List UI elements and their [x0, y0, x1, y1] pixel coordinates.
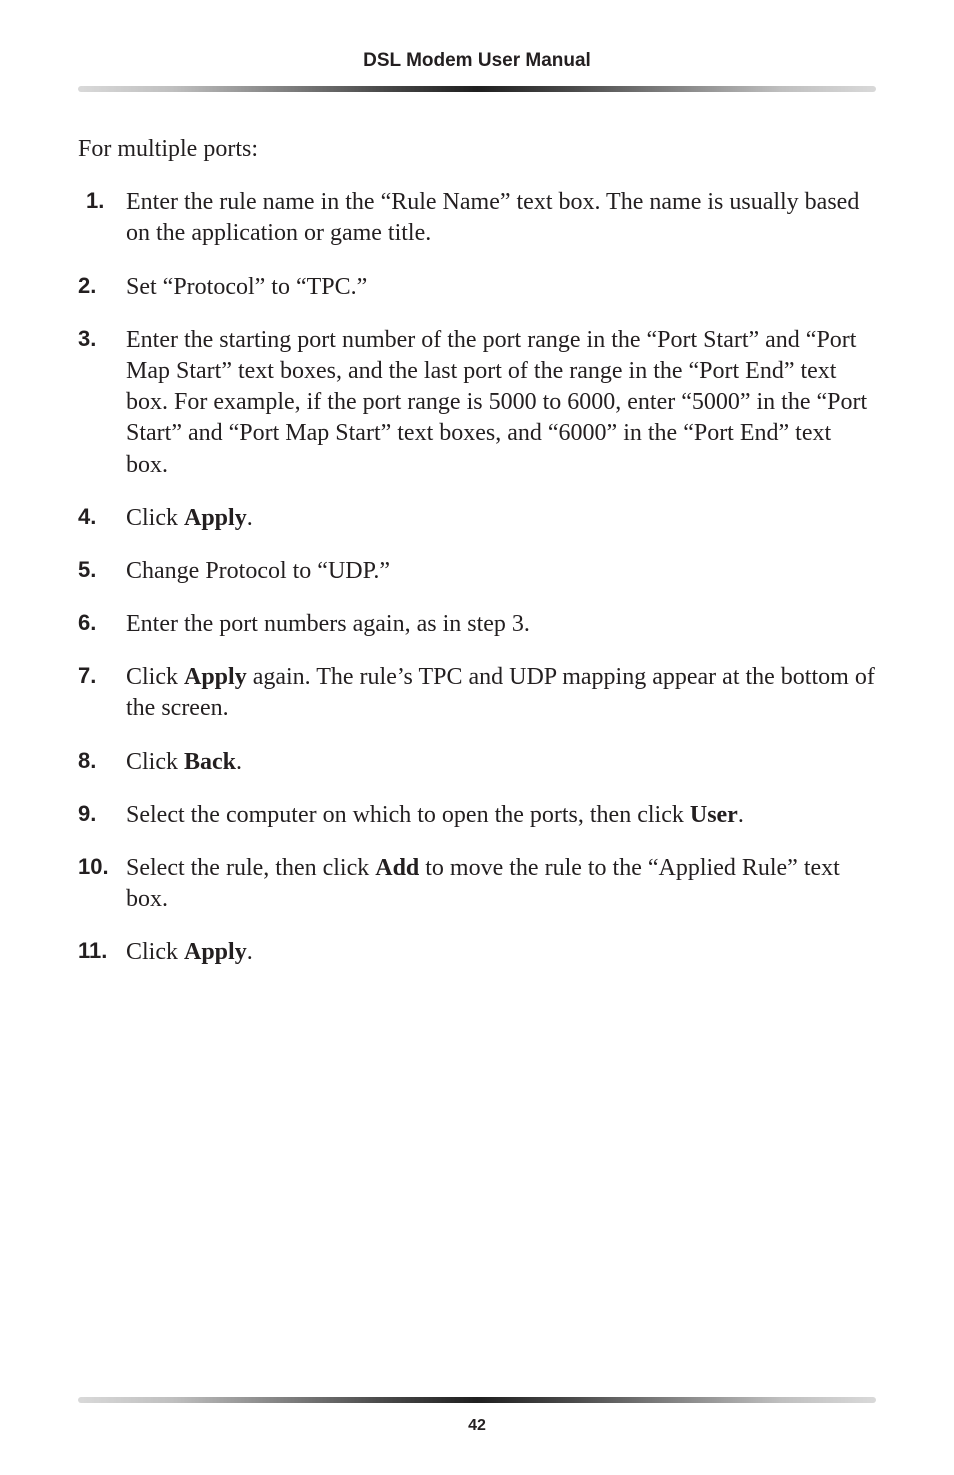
step-text: Click [126, 939, 184, 965]
footer: 42 [78, 1397, 876, 1435]
step-text: . [247, 505, 253, 531]
step-text: Change Protocol to “UDP.” [126, 558, 390, 584]
step-item: Enter the port numbers again, as in step… [78, 609, 876, 640]
page: DSL Modem User Manual For multiple ports… [0, 0, 954, 1475]
step-item: Click Back. [78, 747, 876, 778]
step-item: Enter the starting port number of the po… [78, 325, 876, 481]
page-number: 42 [78, 1417, 876, 1435]
step-text-bold: Apply [184, 505, 247, 531]
step-text-bold: Apply [184, 664, 247, 690]
step-item: Select the computer on which to open the… [78, 800, 876, 831]
step-item: Select the rule, then click Add to move … [78, 853, 876, 915]
step-text-bold: User [690, 802, 738, 828]
step-text: Enter the rule name in the “Rule Name” t… [126, 189, 859, 246]
step-text-bold: Back [184, 749, 236, 775]
step-text: . [247, 939, 253, 965]
step-text: . [738, 802, 744, 828]
step-text: Set “Protocol” to “TPC.” [126, 274, 367, 300]
intro-paragraph: For multiple ports: [78, 134, 876, 165]
step-text: Select the rule, then click [126, 855, 375, 881]
step-item: Click Apply. [78, 937, 876, 968]
step-item: Click Apply. [78, 503, 876, 534]
steps-list: Enter the rule name in the “Rule Name” t… [78, 187, 876, 968]
step-text-bold: Add [375, 855, 419, 881]
header-title: DSL Modem User Manual [78, 50, 876, 72]
header-divider [78, 86, 876, 92]
step-text: . [236, 749, 242, 775]
step-item: Enter the rule name in the “Rule Name” t… [78, 187, 876, 249]
step-text: Enter the starting port number of the po… [126, 327, 867, 478]
step-text: Enter the port numbers again, as in step… [126, 611, 530, 637]
step-text: Select the computer on which to open the… [126, 802, 690, 828]
step-item: Click Apply again. The rule’s TPC and UD… [78, 662, 876, 724]
footer-divider [78, 1397, 876, 1403]
step-text: Click [126, 664, 184, 690]
step-text: Click [126, 505, 184, 531]
step-text-bold: Apply [184, 939, 247, 965]
step-item: Change Protocol to “UDP.” [78, 556, 876, 587]
step-text: Click [126, 749, 184, 775]
step-item: Set “Protocol” to “TPC.” [78, 272, 876, 303]
